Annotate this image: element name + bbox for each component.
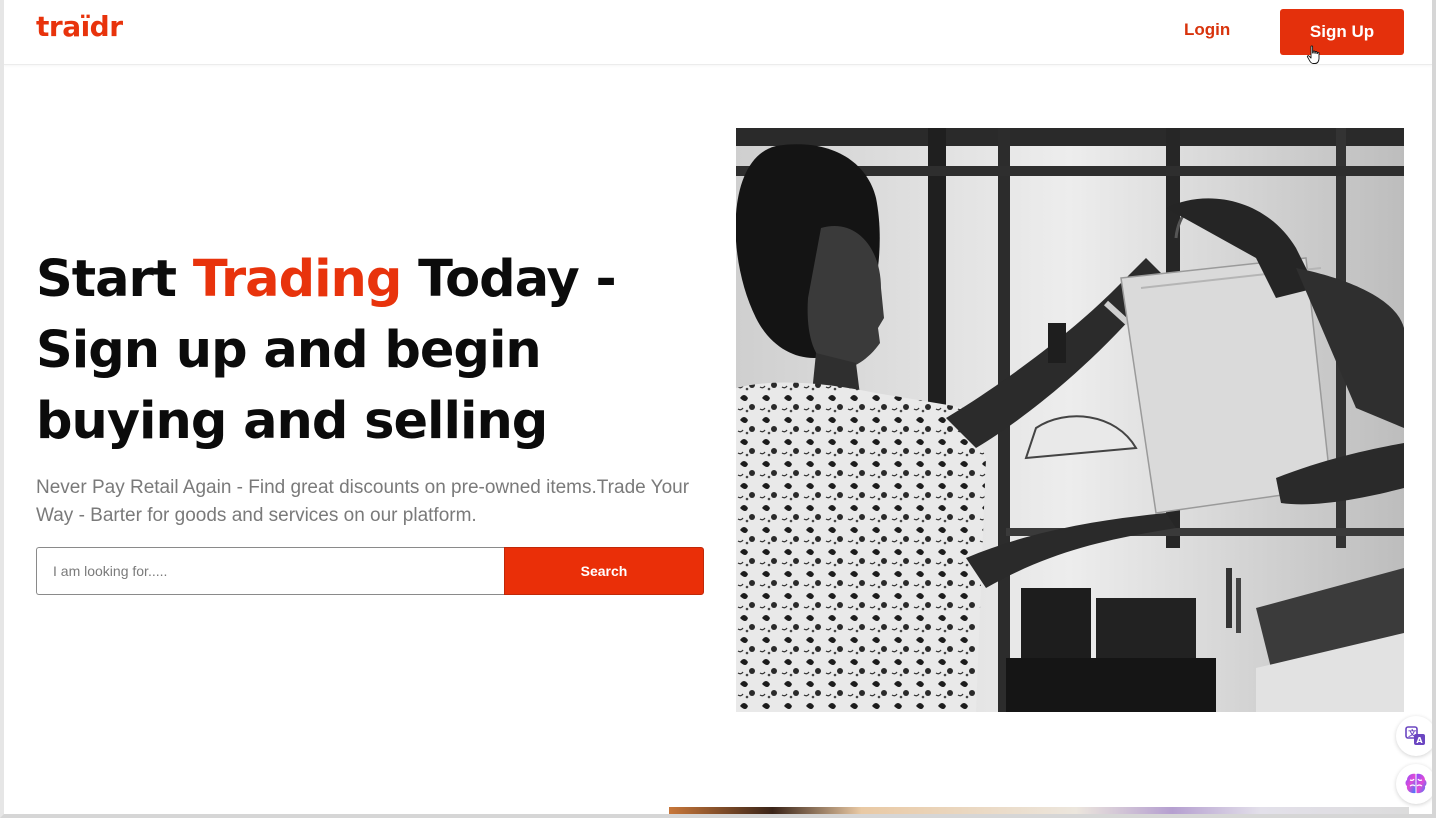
assistant-button[interactable]: [1396, 764, 1432, 804]
brain-icon: [1405, 773, 1427, 794]
translate-button[interactable]: 文 A: [1396, 716, 1432, 756]
secondary-photo: [669, 807, 1409, 814]
brand-logo[interactable]: traïdr: [36, 10, 123, 43]
login-link[interactable]: Login: [1184, 20, 1230, 40]
hand-pointer-icon: [1306, 45, 1320, 64]
headline-part-1: Start: [36, 250, 193, 309]
hero-photo-illustration: [736, 128, 1404, 712]
search-bar: Search: [36, 547, 704, 595]
headline-accent: Trading: [192, 250, 403, 309]
hero-headline: Start Trading Today - Sign up and begin …: [36, 244, 716, 457]
top-nav: traïdr Login Sign Up: [4, 0, 1432, 65]
hero-subtitle: Never Pay Retail Again - Find great disc…: [36, 477, 690, 526]
svg-text:A: A: [1416, 736, 1423, 745]
translate-icon: 文 A: [1405, 726, 1425, 745]
search-button[interactable]: Search: [504, 547, 704, 595]
page-frame: traïdr Login Sign Up Start Trading Today…: [0, 0, 1436, 818]
search-input[interactable]: [36, 547, 504, 595]
hero-photo: [736, 128, 1404, 712]
sign-up-button[interactable]: Sign Up: [1280, 9, 1404, 55]
